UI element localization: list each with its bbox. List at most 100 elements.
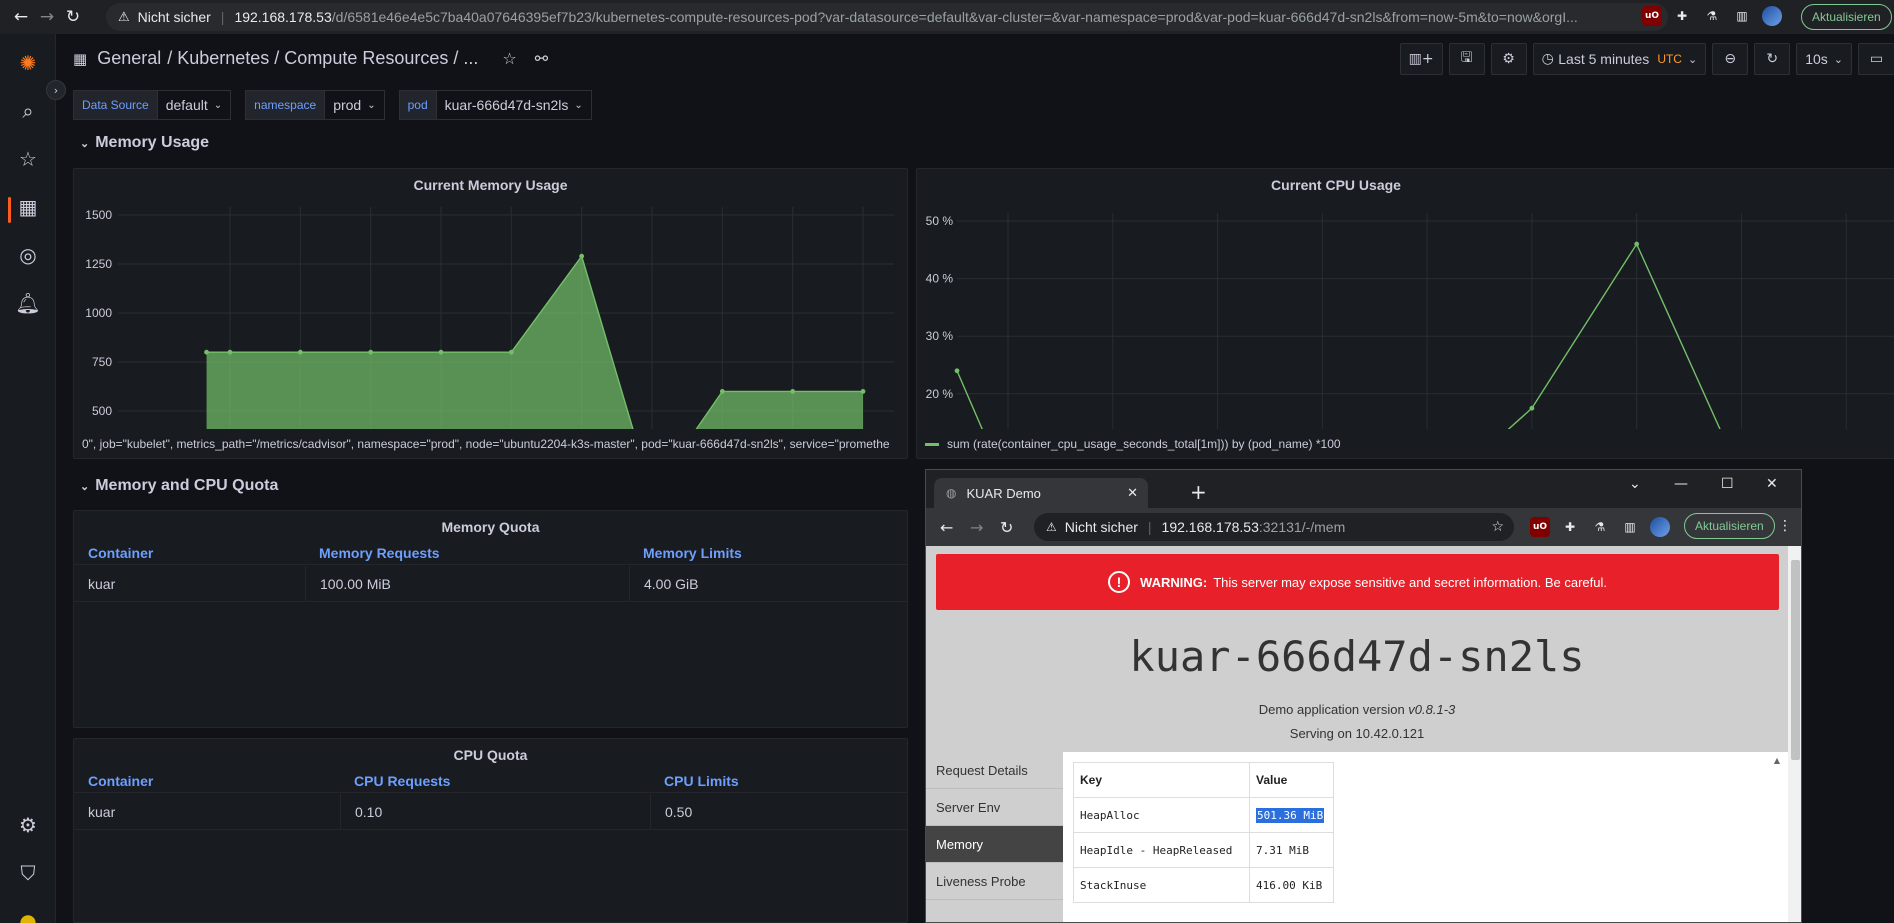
table-cell: 501.36 MiB (1249, 797, 1334, 833)
table-row: kuar 0.10 0.50 (74, 794, 907, 830)
forward-icon[interactable]: → (970, 518, 983, 537)
close-tab-icon[interactable]: ✕ (1127, 486, 1138, 501)
var-pod-select[interactable]: kuar-666d47d-sn2ls ⌄ (436, 90, 592, 120)
flask-icon[interactable]: ⚗ (1590, 517, 1610, 537)
alerting-icon[interactable]: 🔔︎ (14, 289, 42, 317)
user-avatar[interactable]: ● (14, 907, 42, 923)
kuar-side-nav: Request Details Server Env Memory Livene… (926, 752, 1063, 922)
address-bar[interactable]: ⚠ Nicht sicher | 192.168.178.53 /d/6581e… (106, 3, 1668, 31)
shield-icon[interactable]: ⛉ (14, 859, 42, 887)
explore-icon[interactable]: ◎ (14, 241, 42, 269)
back-icon[interactable]: ← (940, 518, 953, 537)
column-header[interactable]: CPU Requests (340, 769, 650, 792)
var-namespace-select[interactable]: prod ⌄ (325, 90, 385, 120)
forward-icon[interactable]: → (34, 4, 60, 30)
column-header[interactable]: Container (74, 541, 305, 564)
browser-toolbar: ← → ↻ ⚠ Nicht sicher | 192.168.178.53 /d… (0, 0, 1894, 34)
browser-toolbar: ← → ↻ ⚠ Nicht sicher | 192.168.178.53 :3… (926, 508, 1801, 546)
page-scrollbar[interactable] (1788, 546, 1801, 922)
reload-icon[interactable]: ↻ (60, 4, 86, 30)
back-icon[interactable]: ← (8, 4, 34, 30)
nav-server-env[interactable]: Server Env (926, 789, 1063, 826)
data-point (1634, 241, 1640, 247)
table-cell: StackInuse (1073, 867, 1250, 903)
save-icon[interactable]: 🖫︎ (1448, 43, 1485, 75)
ublock-icon[interactable]: uO (1530, 517, 1550, 537)
time-picker[interactable]: ◷ Last 5 minutes UTC ⌄ (1532, 43, 1707, 75)
table-cell: 7.31 MiB (1249, 832, 1334, 868)
var-datasource-select[interactable]: default ⌄ (157, 90, 232, 120)
breadcrumb-folder[interactable]: General (97, 48, 161, 69)
add-panel-icon[interactable]: ▥+ (1399, 43, 1443, 75)
minimize-icon[interactable]: — (1674, 476, 1688, 492)
flask-icon[interactable]: ⚗ (1702, 6, 1722, 26)
breadcrumb-title[interactable]: / Kubernetes / Compute Resources / ... (167, 48, 478, 69)
screen: ← → ↻ ⚠ Nicht sicher | 192.168.178.53 /d… (0, 0, 1894, 923)
address-bar[interactable]: ⚠ Nicht sicher | 192.168.178.53 :32131/-… (1034, 513, 1514, 541)
update-button[interactable]: Aktualisieren (1801, 4, 1892, 30)
puzzle-icon[interactable]: ✚ (1672, 6, 1692, 26)
refresh-interval[interactable]: 10s ⌄ (1796, 43, 1852, 75)
column-header[interactable]: Container (74, 769, 340, 792)
refresh-icon[interactable]: ↻ (1754, 43, 1791, 75)
profile-avatar[interactable] (1762, 6, 1782, 26)
zoom-out-icon[interactable]: ⊖ (1712, 43, 1749, 75)
row-title: Memory Usage (95, 134, 210, 151)
ublock-icon[interactable]: uO (1642, 6, 1662, 26)
nav-liveness-probe[interactable]: Liveness Probe (926, 863, 1063, 900)
dashboard-header: ▦ General / Kubernetes / Compute Resourc… (57, 34, 1894, 84)
template-variables: Data Source default ⌄ namespace prod ⌄ pod… (73, 90, 592, 120)
starred-icon[interactable]: ☆ (14, 145, 42, 173)
new-tab-icon[interactable]: + (1190, 480, 1207, 504)
search-icon[interactable]: ⌕ (14, 97, 42, 125)
legend-entry[interactable]: sum (rate(container_cpu_usage_seconds_to… (925, 437, 1894, 451)
cpu-quota-panel: CPU Quota Container CPU Requests CPU Lim… (73, 738, 908, 923)
y-tick-label: 500 (92, 404, 112, 418)
kebab-menu-icon[interactable]: ⋮ (1778, 518, 1792, 534)
nav-request-details[interactable]: Request Details (926, 752, 1063, 789)
sidebar-expand-icon[interactable]: › (46, 80, 66, 100)
selected-text[interactable]: 501.36 MiB (1256, 807, 1325, 823)
cpu-chart: 0 %10 %20 %30 %40 %50 %16:22:3016:23:001… (926, 213, 1894, 429)
chevron-down-icon: ⌄ (80, 480, 90, 493)
kuar-browser-window: ◍ KUAR Demo ✕ + ⌄ — ☐ ✕ ← → ↻ ⚠ Nicht si… (925, 469, 1802, 923)
tv-mode-icon[interactable]: ▭ (1858, 43, 1894, 75)
column-header[interactable]: Memory Requests (305, 541, 629, 564)
sidepanel-icon[interactable]: ▥ (1620, 517, 1640, 537)
table-row: HeapAlloc 501.36 MiB (1073, 797, 1334, 833)
reload-icon[interactable]: ↻ (1000, 518, 1013, 537)
gear-icon[interactable]: ⚙ (14, 811, 42, 839)
tab-kuar-demo[interactable]: ◍ KUAR Demo ✕ (934, 478, 1148, 508)
update-button[interactable]: Aktualisieren (1684, 513, 1775, 539)
y-tick-label: 20 % (926, 387, 954, 401)
security-label: Nicht sicher (137, 9, 211, 25)
extensions: uO ✚ ⚗ ▥ (1642, 6, 1782, 26)
column-header[interactable]: CPU Limits (650, 769, 907, 792)
nav-memory[interactable]: Memory (926, 826, 1063, 863)
profile-avatar[interactable] (1650, 517, 1670, 537)
panel-title[interactable]: Memory Quota (74, 519, 907, 535)
bookmark-star-icon[interactable]: ☆ (1491, 519, 1504, 535)
tab-search-icon[interactable]: ⌄ (1629, 476, 1641, 492)
sidepanel-icon[interactable]: ▥ (1732, 6, 1752, 26)
scroll-up-icon[interactable]: ▲ (1774, 756, 1780, 765)
grafana-logo-icon[interactable]: ✺ (14, 49, 42, 77)
star-icon[interactable]: ☆ (502, 49, 516, 68)
row-memory-usage[interactable]: ⌄ Memory Usage (80, 134, 209, 152)
data-point (204, 349, 209, 355)
settings-gear-icon[interactable]: ⚙ (1490, 43, 1527, 75)
window-close-icon[interactable]: ✕ (1766, 476, 1778, 492)
dashboards-icon[interactable]: ▦ (14, 193, 42, 221)
var-value: prod (333, 97, 362, 113)
maximize-icon[interactable]: ☐ (1721, 476, 1734, 492)
column-header[interactable]: Memory Limits (629, 541, 907, 564)
scrollbar-thumb[interactable] (1791, 560, 1800, 760)
puzzle-icon[interactable]: ✚ (1560, 517, 1580, 537)
area-fill (206, 256, 863, 429)
share-icon[interactable]: ⚯ (535, 49, 548, 68)
legend-entry[interactable]: 0", job="kubelet", metrics_path="/metric… (82, 437, 899, 451)
panel-title[interactable]: CPU Quota (74, 747, 907, 763)
row-quota[interactable]: ⌄ Memory and CPU Quota (80, 477, 278, 495)
table-cell: HeapIdle - HeapReleased (1073, 832, 1250, 868)
memory-table: Key Value HeapAlloc 501.36 MiB HeapIdle … (1073, 762, 1334, 903)
